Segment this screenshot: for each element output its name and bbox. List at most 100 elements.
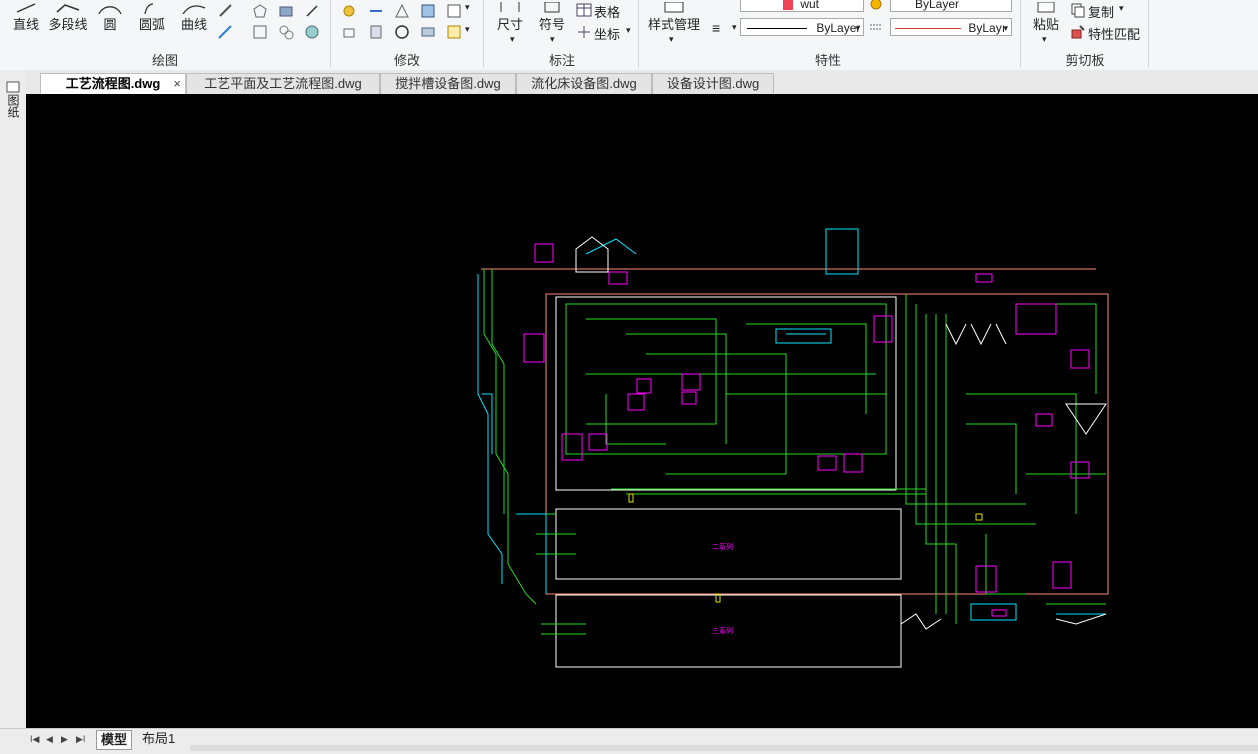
block-icon[interactable] <box>278 3 294 19</box>
style-manager-label: 样式管理 <box>647 17 700 32</box>
polygon-icon[interactable] <box>252 3 268 19</box>
lineweight-preview <box>895 28 961 30</box>
panel-separator <box>1020 0 1021 68</box>
arc-icon <box>144 3 154 14</box>
match-properties-icon <box>1071 25 1085 39</box>
clipboard-panel-title: 剪切板 <box>1065 53 1105 68</box>
layout1-tab[interactable]: 布局1 <box>138 730 179 748</box>
symbol-label: 符号 <box>538 17 565 32</box>
paste-tool[interactable]: 粘贴 <box>1028 2 1064 33</box>
line-pattern-icon[interactable] <box>868 20 884 36</box>
arc-label: 圆弧 <box>138 17 165 32</box>
trim-icon[interactable] <box>368 3 384 19</box>
symbol-dropdown-arrow[interactable]: ▾ <box>550 34 555 45</box>
prev-layout-button[interactable]: ◀ <box>46 734 53 745</box>
move-icon[interactable] <box>341 3 357 19</box>
panel-separator <box>638 0 639 68</box>
lineweight-dropdown-arrow[interactable]: ▾ <box>732 22 737 33</box>
next-layout-button[interactable]: ▶ <box>61 734 68 745</box>
panel-separator <box>330 0 331 68</box>
layout-tab-bar: I◀ ◀ ▶ ▶I 模型 布局1 <box>0 728 1258 754</box>
close-tab-icon[interactable]: × <box>173 74 181 94</box>
lineweight-list-icon[interactable]: ≡ <box>712 20 720 36</box>
layer-value: wut <box>800 0 820 11</box>
polyline-icon <box>56 4 80 13</box>
style-manager-tool[interactable]: 样式管理 <box>644 2 704 33</box>
circle-tool[interactable]: 圆 <box>96 2 124 33</box>
coordinate-dropdown-arrow[interactable]: ▾ <box>626 25 631 36</box>
copy-button[interactable]: 复制 <box>1088 2 1114 21</box>
coordinate-icon <box>578 26 590 38</box>
sheet-set-label[interactable]: 图纸 <box>5 94 20 118</box>
copy-dropdown-arrow[interactable]: ▾ <box>1119 3 1124 14</box>
layer-select[interactable]: wut <box>740 0 864 12</box>
match-properties-button[interactable]: 特性匹配 <box>1088 24 1140 43</box>
magenta-equipment <box>523 243 1090 617</box>
construction-line-icon[interactable] <box>217 24 233 40</box>
point-icon[interactable] <box>304 3 320 19</box>
explode-icon[interactable] <box>446 24 462 40</box>
properties-panel-title: 特性 <box>814 53 841 68</box>
yellow-markers <box>628 493 983 603</box>
symbol-tool[interactable]: 符号 <box>534 2 570 33</box>
dimension-dropdown-arrow[interactable]: ▾ <box>510 34 515 45</box>
drawing-canvas[interactable]: 二系列 三系列 <box>26 94 1258 728</box>
region-icon[interactable] <box>304 24 320 40</box>
circle-icon <box>98 6 122 14</box>
pencil-icon[interactable] <box>217 2 233 18</box>
style-manager-dropdown-arrow[interactable]: ▾ <box>669 34 674 45</box>
sheet-set-icon[interactable] <box>5 80 21 94</box>
scale-icon[interactable] <box>420 3 436 19</box>
linetype-dropdown-arrow: ▾ <box>855 23 860 33</box>
explode-dropdown-arrow[interactable]: ▾ <box>465 24 470 35</box>
line-tool[interactable]: 直线 <box>8 2 44 33</box>
rotate-icon[interactable] <box>394 24 410 40</box>
polyline-tool[interactable]: 多段线 <box>46 2 90 33</box>
offset-icon[interactable] <box>420 24 436 40</box>
modify-panel-title: 修改 <box>393 53 420 68</box>
tab-label: 流化床设备图.dwg <box>531 76 637 91</box>
last-layout-button[interactable]: ▶I <box>76 734 85 745</box>
mirror-icon[interactable] <box>394 3 410 19</box>
first-layout-button[interactable]: I◀ <box>30 734 39 745</box>
lineweight-select[interactable]: ByLayı ▾ <box>890 18 1012 36</box>
tab-label: 搅拌槽设备图.dwg <box>395 76 501 91</box>
tab-fluidized-bed[interactable]: 流化床设备图.dwg <box>516 73 652 94</box>
stretch-icon[interactable] <box>368 24 384 40</box>
table-icon <box>576 3 592 17</box>
left-side-panel: 图纸 <box>0 70 27 730</box>
rectangle-icon[interactable] <box>252 24 268 40</box>
dimension-tool[interactable]: 尺寸 <box>492 2 528 33</box>
tab-process-plan[interactable]: 工艺平面及工艺流程图.dwg <box>186 73 380 94</box>
tab-label: 工艺平面及工艺流程图.dwg <box>204 76 362 91</box>
tab-agitator-tank[interactable]: 搅拌槽设备图.dwg <box>380 73 516 94</box>
lineweight-value: ByLayı <box>968 21 1006 35</box>
horizontal-scrollbar[interactable] <box>190 745 1258 751</box>
tab-label: 工艺流程图.dwg <box>65 76 161 91</box>
array-icon[interactable] <box>446 3 462 19</box>
paste-dropdown-arrow[interactable]: ▾ <box>1042 34 1047 45</box>
equipment-symbols <box>575 236 1107 630</box>
curve-tool[interactable]: 曲线 <box>176 2 212 33</box>
color-select[interactable]: ByLayer <box>890 0 1012 12</box>
linetype-select[interactable]: ByLayer ▾ <box>740 18 864 36</box>
color-wheel-icon[interactable] <box>868 0 884 10</box>
dimension-icon <box>500 2 520 12</box>
linetype-value: ByLayer <box>816 21 861 35</box>
series-three-label: 三系列 <box>712 626 733 635</box>
copy-object-icon[interactable] <box>341 24 357 40</box>
arc-tool[interactable]: 圆弧 <box>134 2 170 33</box>
table-button[interactable]: 表格 <box>594 2 620 21</box>
tab-equipment-design[interactable]: 设备设计图.dwg <box>652 73 774 94</box>
tab-label: 设备设计图.dwg <box>666 76 760 91</box>
tab-process-flow[interactable]: 工艺流程图.dwg × <box>40 73 186 94</box>
drawing-svg: 二系列 三系列 <box>477 228 1109 668</box>
coordinate-button[interactable]: 坐标 <box>594 24 620 43</box>
array-dropdown-arrow[interactable]: ▾ <box>465 2 470 13</box>
model-tab[interactable]: 模型 <box>96 730 133 750</box>
layer-color-swatch <box>783 0 793 10</box>
curve-label: 曲线 <box>180 17 207 32</box>
hatch-icon[interactable] <box>278 24 294 40</box>
ribbon: 直线 多段线 圆 圆弧 曲线 绘图 ▾ ▾ 修改 尺寸 符号 ▾ ▾ 表格 坐标… <box>0 0 1258 71</box>
color-value: ByLayer <box>915 0 960 11</box>
